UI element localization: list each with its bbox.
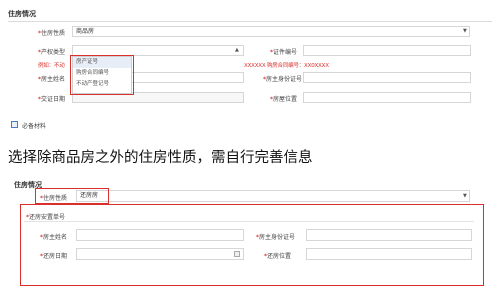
extra-info-highlight (20, 204, 484, 286)
bottom-owner-name-input[interactable] (76, 229, 244, 241)
top-location-label: *房屋位置 (270, 96, 298, 103)
top-housing-nature-select[interactable]: 商品房 (72, 26, 470, 37)
certificate-no-input[interactable] (303, 45, 471, 56)
housing-nature-highlight (35, 188, 109, 204)
chevron-down-icon[interactable]: ▼ (463, 193, 467, 199)
property-type-label: *产权类型 (38, 49, 66, 56)
top-owner-id-input[interactable] (303, 72, 471, 83)
property-hint-left: 例如：不动 (38, 63, 65, 69)
top-date-label: *交证日期 (38, 96, 66, 103)
top-owner-id-label: *房主身份证号 (263, 76, 303, 83)
bottom-owner-name-label: *房主姓名 (40, 234, 68, 241)
relocation-order-label: *还房安置单号 (26, 214, 66, 221)
bottom-housing-nature-select[interactable]: 还房房 (76, 190, 470, 202)
certificate-no-label: *证件编号 (270, 49, 298, 56)
calendar-icon[interactable] (234, 251, 240, 257)
bottom-owner-id-label: *房主身份证号 (256, 234, 296, 241)
top-location-input[interactable] (303, 92, 471, 103)
required-docs-label[interactable]: 必备材料 (22, 121, 46, 130)
bottom-date-label: *还房日期 (40, 253, 68, 260)
bottom-location-label: *还房位置 (264, 253, 292, 260)
document-icon (11, 121, 18, 128)
bottom-location-input[interactable] (306, 248, 472, 260)
chevron-up-icon[interactable]: ▲ (235, 47, 239, 53)
bottom-owner-id-input[interactable] (306, 229, 472, 241)
top-section-title: 住房情况 (8, 10, 36, 18)
top-owner-name-label: *房主姓名 (38, 76, 66, 83)
instruction-caption: 选择除商品房之外的住房性质，需自行完善信息 (8, 150, 313, 166)
top-section-divider (8, 21, 492, 22)
relocation-order-underline (24, 221, 474, 222)
bottom-date-input[interactable] (76, 248, 244, 260)
chevron-down-icon[interactable]: ▼ (463, 28, 467, 34)
property-hint-right: XXXXXX 购房合同编号：XX0XXXX (244, 63, 329, 69)
dropdown-highlight-box (70, 55, 134, 95)
top-housing-nature-label: *住房性质 (38, 30, 66, 37)
